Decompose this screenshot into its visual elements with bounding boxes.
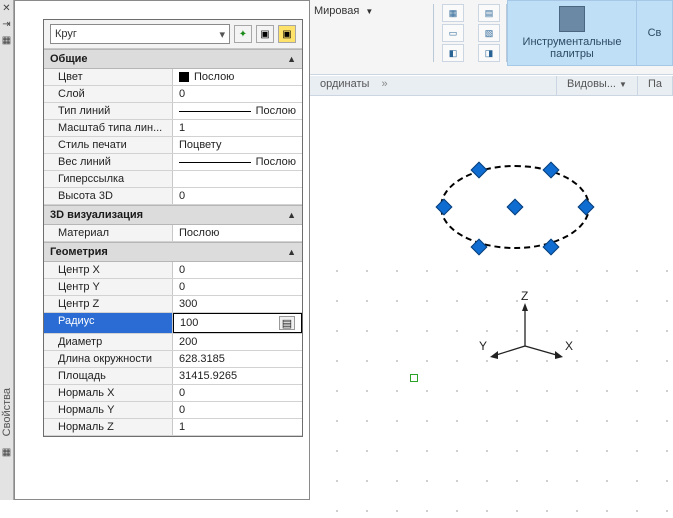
pickadd-button[interactable]: ▣ bbox=[278, 25, 296, 43]
calculator-icon[interactable]: ▤ bbox=[279, 316, 295, 330]
axis-x-label: X bbox=[565, 339, 573, 353]
ribbon-small-button[interactable]: ◨ bbox=[478, 44, 500, 62]
menu-icon[interactable]: ▦ bbox=[2, 35, 12, 45]
axis-y-label: Y bbox=[479, 339, 487, 353]
snap-marker bbox=[410, 374, 418, 382]
close-icon[interactable]: ✕ bbox=[2, 3, 12, 13]
collapse-icon: ▲ bbox=[287, 247, 296, 257]
prop-plotstyle[interactable]: Стиль печати Поцвету bbox=[44, 137, 302, 154]
tool-palettes-label: Инструментальные палитры bbox=[512, 36, 632, 60]
line-preview bbox=[179, 162, 251, 163]
prop-lineweight[interactable]: Вес линий Послою bbox=[44, 154, 302, 171]
select-objects-button[interactable]: ▣ bbox=[256, 25, 274, 43]
object-type-label: Круг bbox=[55, 28, 77, 40]
panel-tab-coordinates[interactable]: ординаты bbox=[310, 76, 379, 95]
panel-tab-views[interactable]: Видовы... ▼ bbox=[556, 76, 638, 95]
prop-linetype[interactable]: Тип линий Послою bbox=[44, 103, 302, 120]
ribbon-small-button[interactable]: ◧ bbox=[442, 44, 464, 62]
ucs-name: Мировая bbox=[314, 5, 359, 17]
properties-palette: Круг ▾ ✦ ▣ ▣ Общие ▲ Цвет Послою Слой 0 … bbox=[14, 0, 310, 500]
axis-z-label: Z bbox=[521, 289, 528, 303]
ribbon-small-button[interactable]: ▦ bbox=[442, 4, 464, 22]
prop-center-x[interactable]: Центр X 0 bbox=[44, 262, 302, 279]
chevron-down-icon: ▼ bbox=[365, 7, 373, 16]
overflow-icon[interactable]: » bbox=[379, 76, 389, 95]
prop-area[interactable]: Площадь 31415.9265 bbox=[44, 368, 302, 385]
prop-hyperlink[interactable]: Гиперссылка bbox=[44, 171, 302, 188]
prop-radius[interactable]: Радиус 100▤ bbox=[44, 313, 302, 334]
prop-normal-y[interactable]: Нормаль Y 0 bbox=[44, 402, 302, 419]
prop-layer[interactable]: Слой 0 bbox=[44, 86, 302, 103]
ucs-dropdown[interactable]: Мировая ▼ bbox=[310, 0, 413, 22]
prop-ltscale[interactable]: Масштаб типа лин... 1 bbox=[44, 120, 302, 137]
palette-title: Свойства bbox=[1, 388, 13, 436]
panel-tabs: ординаты » Видовы... ▼ Па bbox=[310, 76, 673, 96]
grid bbox=[310, 256, 673, 518]
palette-rail: ✕ ⇥ ▦ Свойства ▦ bbox=[0, 0, 14, 500]
ribbon-button-partial[interactable]: Св bbox=[637, 0, 673, 66]
section-geometry[interactable]: Геометрия ▲ bbox=[44, 242, 302, 262]
prop-material[interactable]: Материал Послою bbox=[44, 225, 302, 242]
prop-height3d[interactable]: Высота 3D 0 bbox=[44, 188, 302, 205]
pin-icon[interactable]: ⇥ bbox=[2, 19, 12, 29]
prop-normal-x[interactable]: Нормаль X 0 bbox=[44, 385, 302, 402]
line-preview bbox=[179, 111, 251, 112]
collapse-icon: ▲ bbox=[287, 54, 296, 64]
color-swatch bbox=[179, 72, 189, 82]
section-general[interactable]: Общие ▲ bbox=[44, 49, 302, 69]
tool-palettes-button[interactable]: Инструментальные палитры bbox=[507, 0, 637, 66]
collapse-icon: ▲ bbox=[287, 210, 296, 220]
tool-palettes-icon bbox=[559, 6, 585, 32]
object-type-dropdown[interactable]: Круг ▾ bbox=[50, 24, 230, 44]
prop-color[interactable]: Цвет Послою bbox=[44, 69, 302, 86]
quick-select-button[interactable]: ✦ bbox=[234, 25, 252, 43]
drawing-viewport[interactable]: Z X Y bbox=[310, 96, 673, 518]
panel-tab-partial[interactable]: Па bbox=[638, 76, 673, 95]
prop-diameter[interactable]: Диаметр 200 bbox=[44, 334, 302, 351]
ucs-icon: Z X Y bbox=[475, 301, 575, 371]
prop-normal-z[interactable]: Нормаль Z 1 bbox=[44, 419, 302, 436]
prop-circumference[interactable]: Длина окружности 628.3185 bbox=[44, 351, 302, 368]
ribbon-small-button[interactable]: ▭ bbox=[442, 24, 464, 42]
prop-center-z[interactable]: Центр Z 300 bbox=[44, 296, 302, 313]
ribbon-button-label: Св bbox=[648, 27, 662, 39]
ribbon-small-button[interactable]: ▧ bbox=[478, 24, 500, 42]
chevron-down-icon: ▾ bbox=[219, 28, 225, 41]
prop-center-y[interactable]: Центр Y 0 bbox=[44, 279, 302, 296]
options-icon[interactable]: ▦ bbox=[2, 447, 12, 457]
ribbon-small-button[interactable]: ▤ bbox=[478, 4, 500, 22]
section-3d-visualization[interactable]: 3D визуализация ▲ bbox=[44, 205, 302, 225]
